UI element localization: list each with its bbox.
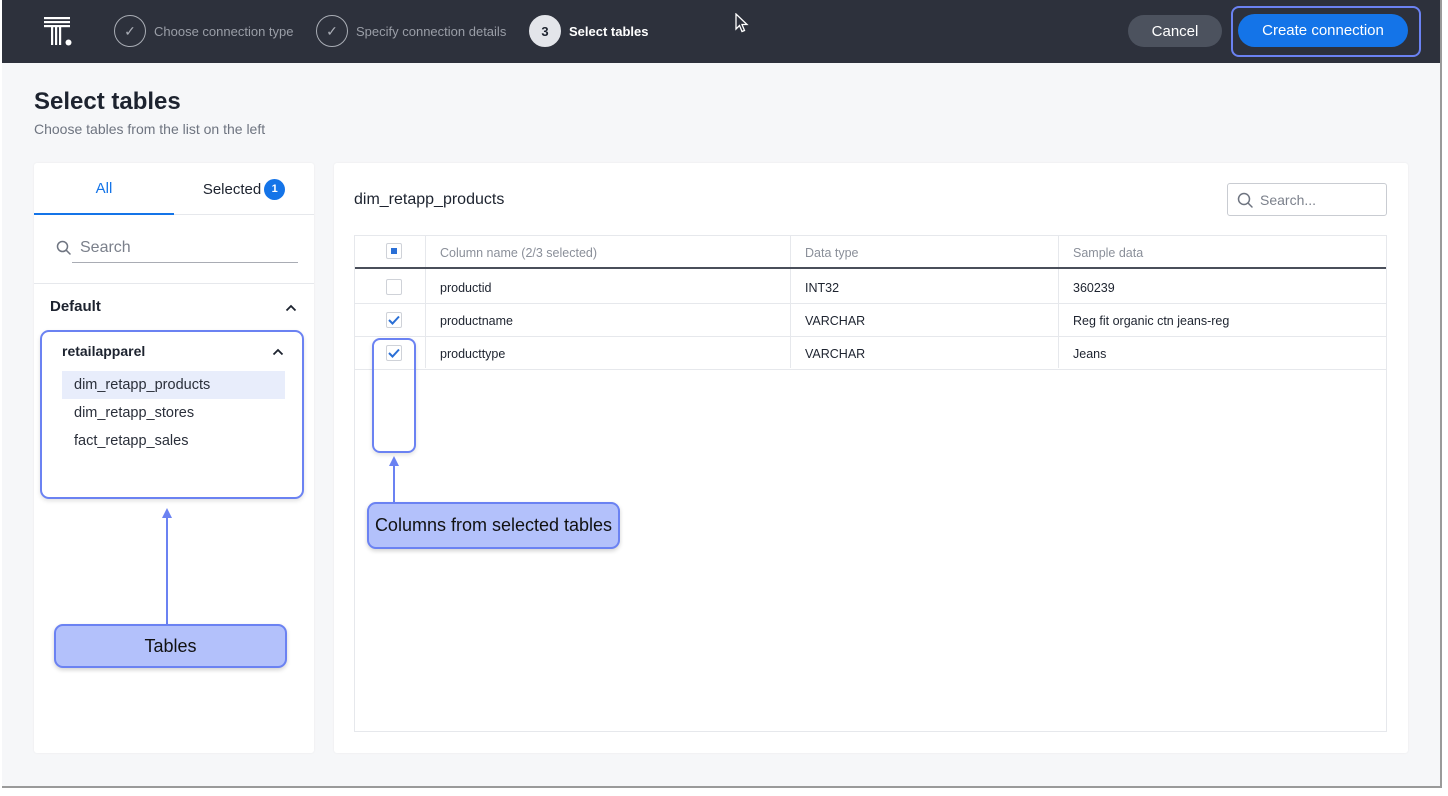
cell-sample-data: 360239 xyxy=(1073,280,1115,295)
tables-callout: Tables xyxy=(54,624,287,668)
page-subtitle: Choose tables from the list on the left xyxy=(34,121,266,137)
tab-all-label: All xyxy=(95,179,113,197)
table-search-input[interactable] xyxy=(72,233,298,263)
table-list-panel: All Selected 1 Default retailapparel dim… xyxy=(34,163,314,753)
step-label: Select tables xyxy=(569,23,649,39)
app-window: ✓ Choose connection type ✓ Specify conne… xyxy=(2,0,1442,788)
step-select-tables[interactable]: 3 Select tables xyxy=(529,15,649,47)
tab-selected-label: Selected xyxy=(202,180,262,198)
table-row[interactable]: productid INT32 360239 xyxy=(355,271,1386,304)
columns-callout: Columns from selected tables xyxy=(367,502,620,549)
table-item[interactable]: dim_retapp_stores xyxy=(62,399,285,427)
create-connection-button[interactable]: Create connection xyxy=(1238,14,1408,47)
search-icon xyxy=(56,240,71,255)
column-search-input[interactable] xyxy=(1260,184,1382,215)
divider xyxy=(34,283,314,284)
columns-panel: dim_retapp_products Column name (2/3 sel… xyxy=(334,163,1408,753)
cell-data-type: VARCHAR xyxy=(805,346,866,361)
check-icon xyxy=(388,315,400,325)
tab-all[interactable]: All xyxy=(34,163,174,215)
chevron-up-icon[interactable] xyxy=(285,304,297,312)
select-all-checkbox[interactable] xyxy=(386,243,402,259)
cell-column-name: productid xyxy=(440,280,492,295)
table-header: Column name (2/3 selected) Data type Sam… xyxy=(355,236,1386,269)
checkbox-column-highlight xyxy=(372,338,416,453)
page-title: Select tables xyxy=(34,88,181,115)
arrow-line xyxy=(166,517,168,625)
cell-data-type: INT32 xyxy=(805,280,840,295)
table-search xyxy=(56,233,298,263)
arrow-line xyxy=(393,463,395,503)
callout-label: Columns from selected tables xyxy=(374,515,613,535)
chevron-up-icon[interactable] xyxy=(272,348,284,356)
group-title: Default xyxy=(50,298,101,315)
cell-sample-data: Reg fit organic ctn jeans-reg xyxy=(1073,313,1230,328)
check-icon: ✓ xyxy=(114,15,146,47)
selected-count-badge: 1 xyxy=(264,178,286,200)
step-specify-connection-details[interactable]: ✓ Specify connection details xyxy=(316,15,506,47)
cell-data-type: VARCHAR xyxy=(805,313,866,328)
cancel-button[interactable]: Cancel xyxy=(1128,15,1222,47)
cell-sample-data: Jeans xyxy=(1073,346,1107,361)
table-row[interactable]: productname VARCHAR Reg fit organic ctn … xyxy=(355,304,1386,337)
search-icon xyxy=(1237,192,1253,208)
indeterminate-indicator xyxy=(391,248,397,254)
check-icon: ✓ xyxy=(316,15,348,47)
table-item[interactable]: fact_retapp_sales xyxy=(62,427,285,455)
mouse-cursor-icon xyxy=(735,13,749,33)
callout-label: Tables xyxy=(144,635,197,656)
cell-column-name: productname xyxy=(440,313,513,328)
row-checkbox[interactable] xyxy=(386,312,402,328)
header-sample-data[interactable]: Sample data xyxy=(1073,236,1143,269)
step-label: Specify connection details xyxy=(356,23,507,39)
step-label: Choose connection type xyxy=(154,23,294,39)
tab-bar: All Selected 1 xyxy=(34,163,314,215)
columns-table: Column name (2/3 selected) Data type Sam… xyxy=(354,235,1387,732)
header-column-name[interactable]: Column name (2/3 selected) xyxy=(440,236,597,269)
schema-name: retailapparel xyxy=(62,343,146,359)
row-checkbox[interactable] xyxy=(386,279,402,295)
header-data-type[interactable]: Data type xyxy=(805,236,859,269)
tab-selected[interactable]: Selected 1 xyxy=(174,163,314,215)
step-number: 3 xyxy=(529,15,561,47)
step-choose-connection-type[interactable]: ✓ Choose connection type xyxy=(114,15,293,47)
thoughtspot-logo-icon[interactable] xyxy=(44,17,74,47)
table-item[interactable]: dim_retapp_products xyxy=(62,371,285,399)
cell-column-name: producttype xyxy=(440,346,506,361)
selected-table-title: dim_retapp_products xyxy=(354,191,505,208)
column-search xyxy=(1227,183,1387,216)
table-row[interactable]: producttype VARCHAR Jeans xyxy=(355,337,1386,370)
top-bar: ✓ Choose connection type ✓ Specify conne… xyxy=(2,0,1440,63)
